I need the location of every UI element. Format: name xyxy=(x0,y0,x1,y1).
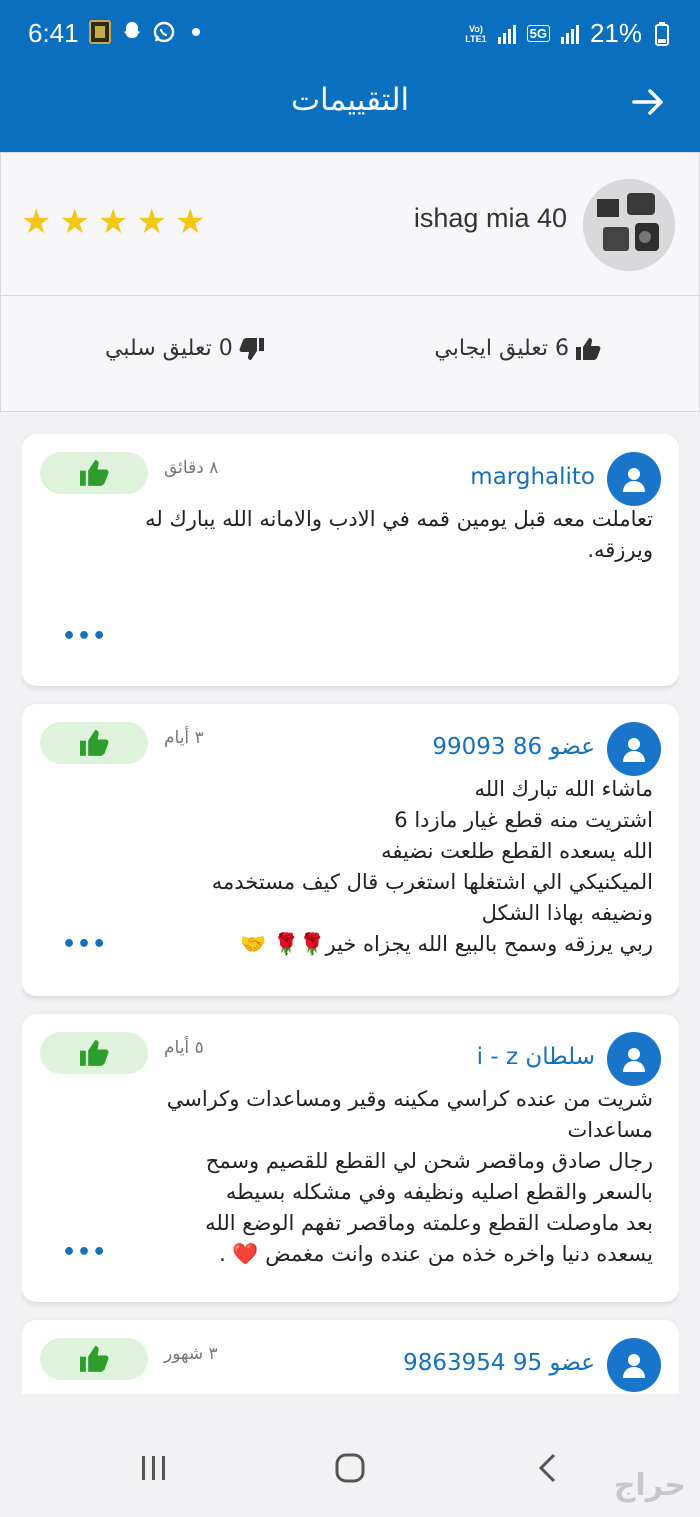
review-time: ٣ شهور xyxy=(164,1344,218,1364)
status-right: Vo) LTE1 5G 21% xyxy=(465,18,674,49)
review-line: شريت من عنده كراسي مكينه وقير ومساعدات و… xyxy=(166,1087,653,1111)
thumbs-up-icon xyxy=(576,337,601,360)
review-username[interactable]: marghalito xyxy=(470,464,595,490)
review-line: يسعده دنيا واخره خذه من عنده وانت مغمض ❤… xyxy=(219,1242,653,1266)
profile-summary: ishag mia 40 ★ ★ ★ ★ ★ xyxy=(1,153,699,296)
review-text: تعاملت معه قبل يومين قمه في الادب والاما… xyxy=(145,507,653,562)
like-button[interactable] xyxy=(40,722,148,764)
network-type: 5G xyxy=(526,25,550,42)
review-line: الميكنيكي الي اشتغلها استغرب قال كيف مست… xyxy=(211,870,653,894)
volte-indicator: Vo) LTE1 xyxy=(465,23,487,44)
dot-icon xyxy=(184,20,208,44)
review-line: ماشاء الله تبارك الله xyxy=(474,777,653,801)
thumbs-down-icon xyxy=(239,337,264,360)
review-username[interactable]: سلطان i - z xyxy=(477,1044,595,1070)
review-line: مساعدات xyxy=(567,1118,653,1142)
star-icon: ★ xyxy=(174,202,206,242)
more-options-button[interactable]: ••• xyxy=(62,1240,107,1265)
user-avatar-icon[interactable] xyxy=(607,722,661,776)
user-avatar-icon[interactable] xyxy=(607,452,661,506)
thumbs-up-icon xyxy=(80,730,109,756)
rating-stars: ★ ★ ★ ★ ★ xyxy=(21,205,205,239)
star-icon: ★ xyxy=(21,202,52,242)
review-line: ونضيفه بهاذا الشكل xyxy=(481,901,653,925)
review-time: ٥ أيام xyxy=(164,1038,204,1058)
thumbs-up-icon xyxy=(80,460,109,486)
haraj-watermark: حراج xyxy=(613,1468,686,1503)
notification-icons xyxy=(88,20,208,44)
whatsapp-icon xyxy=(152,20,176,44)
signal-icon xyxy=(495,22,519,46)
recent-apps-icon[interactable] xyxy=(138,1452,170,1488)
review-line: بالسعر والقطع اصليه ونظيفه وفي مشكله بسي… xyxy=(225,1180,653,1204)
battery-percent: 21% xyxy=(589,18,642,48)
review-text: شريت من عنده كراسي مكينه وقير ومساعدات و… xyxy=(82,1084,653,1270)
more-options-button[interactable]: ••• xyxy=(62,932,107,957)
seller-profile-card: ishag mia 40 ★ ★ ★ ★ ★ 6 تعليق ايجابي 0 … xyxy=(0,152,700,412)
back-arrow-icon[interactable] xyxy=(630,84,666,120)
positive-count-label: 6 تعليق ايجابي xyxy=(434,336,569,361)
review-time: ٣ أيام xyxy=(164,728,204,748)
thumbs-up-icon xyxy=(80,1040,109,1066)
seller-name[interactable]: ishag mia 40 xyxy=(414,203,567,234)
like-button[interactable] xyxy=(40,1032,148,1074)
star-icon: ★ xyxy=(97,202,129,242)
battery-icon xyxy=(650,21,674,46)
review-line: الله يسعده القطع طلعت نضيفه xyxy=(381,839,653,863)
user-avatar-icon[interactable] xyxy=(607,1338,661,1392)
status-time: 6:41 xyxy=(28,18,79,48)
negative-count-label: 0 تعليق سلبي xyxy=(105,336,233,361)
reviews-list: marghalito ٨ دقائق تعاملت معه قبل يومين … xyxy=(22,434,679,1394)
review-username[interactable]: عضو 95 9863954 xyxy=(403,1350,595,1376)
review-username[interactable]: عضو 86 99093 xyxy=(432,734,595,760)
like-button[interactable] xyxy=(40,1338,148,1380)
back-nav-icon[interactable] xyxy=(532,1452,564,1488)
positive-count[interactable]: 6 تعليق ايجابي xyxy=(434,336,601,361)
feedback-counts: 6 تعليق ايجابي 0 تعليق سلبي xyxy=(1,296,699,412)
app-bar: التقييمات xyxy=(0,68,700,152)
page-title: التقييمات xyxy=(290,82,410,118)
review-card: سلطان i - z ٥ أيام شريت من عنده كراسي مك… xyxy=(22,1014,679,1302)
more-options-button[interactable]: ••• xyxy=(62,624,107,649)
review-card: عضو 95 9863954 ٣ شهور xyxy=(22,1320,679,1394)
home-icon[interactable] xyxy=(334,1452,366,1488)
system-nav-bar: حراج xyxy=(0,1394,700,1517)
review-card: عضو 86 99093 ٣ أيام ماشاء الله تبارك الل… xyxy=(22,704,679,996)
review-line: بعد ماوصلت القطع وعلمته وماقصر تفهم الوض… xyxy=(205,1211,653,1235)
review-line: ربي يرزقه وسمح بالبيع الله يجزاه خير🌹🌹 🤝 xyxy=(240,932,653,956)
negative-count[interactable]: 0 تعليق سلبي xyxy=(105,336,265,361)
snapchat-icon xyxy=(120,20,144,44)
thumbs-up-icon xyxy=(80,1346,109,1372)
star-icon: ★ xyxy=(59,202,90,242)
like-button[interactable] xyxy=(40,452,148,494)
review-line: اشتريت منه قطع غيار مازدا 6 xyxy=(394,808,653,832)
review-card: marghalito ٨ دقائق تعاملت معه قبل يومين … xyxy=(22,434,679,686)
quran-app-icon xyxy=(88,20,112,44)
seller-avatar[interactable] xyxy=(583,179,675,271)
review-line: رجال صادق وماقصر شحن لي القطع للقصيم وسم… xyxy=(205,1149,653,1173)
review-time: ٨ دقائق xyxy=(164,458,219,478)
status-bar: 6:41 Vo) LTE1 5G 21% xyxy=(0,0,700,68)
user-avatar-icon[interactable] xyxy=(607,1032,661,1086)
review-text: ماشاء الله تبارك الله اشتريت منه قطع غيا… xyxy=(82,774,653,960)
star-icon: ★ xyxy=(136,202,167,242)
signal-icon-2 xyxy=(558,22,582,46)
